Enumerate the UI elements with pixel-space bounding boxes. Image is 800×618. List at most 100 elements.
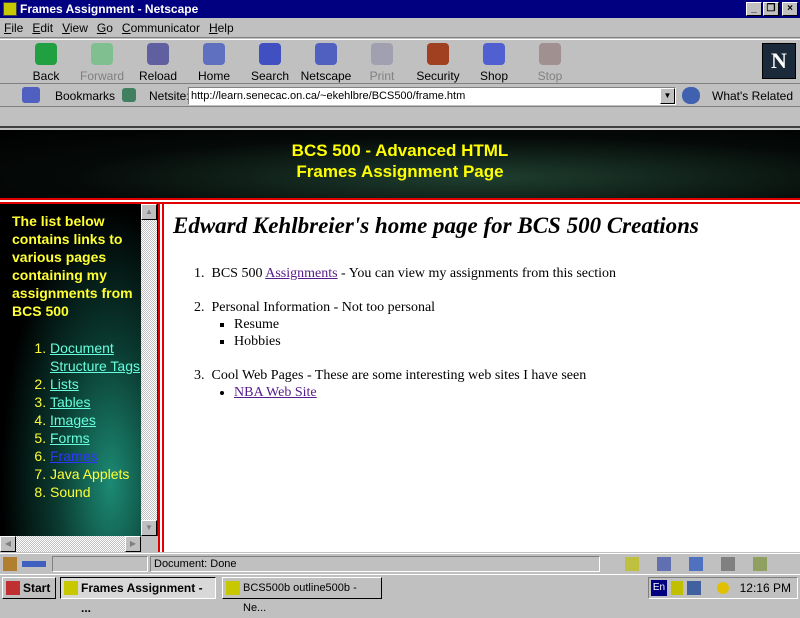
netscape-button[interactable]: Netscape (298, 43, 354, 83)
scroll-up-button[interactable]: ▲ (141, 204, 157, 220)
scroll-down-button[interactable]: ▼ (141, 520, 157, 536)
list-item-personal: 2. Personal Information - Not too person… (194, 299, 435, 350)
netscape-task-icon (64, 581, 78, 595)
menu-bar: File Edit View Go Communicator Help (0, 18, 800, 38)
nav-text: Java Applets (50, 466, 130, 482)
task-label: BCS500b outline500b - Ne... (243, 582, 357, 614)
display-icon[interactable] (687, 581, 701, 595)
security-lock-icon[interactable] (3, 557, 17, 571)
search-button[interactable]: Search (242, 43, 298, 83)
forward-arrow-icon (91, 43, 113, 65)
content-frame: Edward Kehlbreier's home page for BCS 50… (164, 204, 800, 552)
list-item-assignments: 1. BCS 500 Assignments - You can view my… (194, 266, 616, 281)
item-text: Cool Web Pages - These are some interest… (211, 368, 587, 383)
menu-file[interactable]: File (4, 21, 23, 35)
start-label: Start (23, 581, 51, 595)
nav-link-document-structure-tags[interactable]: Document Structure Tags (50, 340, 140, 374)
edit-icon[interactable] (753, 557, 767, 571)
security-button[interactable]: Security (410, 43, 466, 83)
composer-icon[interactable] (721, 557, 735, 571)
nav-link-lists[interactable]: Lists (50, 376, 79, 392)
nav-link-forms[interactable]: Forms (50, 430, 90, 446)
personal-toolbar (0, 108, 800, 128)
sub-item-nba: NBA Web Site (234, 384, 586, 401)
menu-help[interactable]: Help (209, 21, 234, 35)
netscape-task-icon (226, 581, 240, 595)
nav-link-frames[interactable]: Frames (50, 448, 97, 464)
navigation-frame: The list below contains links to various… (0, 204, 158, 552)
button-label: Security (416, 69, 460, 83)
start-button[interactable]: Start (2, 577, 56, 599)
reload-button[interactable]: Reload (130, 43, 186, 83)
home-icon (203, 43, 225, 65)
my-netscape-icon (315, 43, 337, 65)
discussions-icon[interactable] (689, 557, 703, 571)
page-proxy-icon[interactable] (122, 88, 136, 102)
system-tray: En 12:16 PM (648, 577, 798, 599)
nav-text: Sound (50, 484, 91, 500)
windows-logo-icon (6, 581, 20, 595)
button-label: Reload (138, 69, 178, 83)
taskbar: Start Frames Assignment - ... BCS500b ou… (0, 574, 800, 615)
bookmarks-icon[interactable] (22, 87, 40, 103)
nav-link-images[interactable]: Images (50, 412, 96, 428)
scroll-left-button[interactable]: ◀ (0, 536, 16, 552)
clock: 12:16 PM (739, 581, 791, 595)
url-dropdown-button[interactable]: ▼ (660, 88, 675, 104)
shopping-bag-icon (483, 43, 505, 65)
button-label: Stop (537, 69, 563, 83)
scroll-right-button[interactable]: ▶ (125, 536, 141, 552)
banner-subtitle: Frames Assignment Page (296, 162, 504, 181)
close-button[interactable]: × (782, 2, 798, 16)
item-text: BCS 500 (211, 266, 266, 281)
banner-title: BCS 500 - Advanced HTML (291, 141, 509, 160)
task-frames-assignment[interactable]: Frames Assignment - ... (60, 577, 216, 615)
maximize-button[interactable]: ❐ (763, 2, 779, 16)
search-icon (259, 43, 281, 65)
assignments-link[interactable]: Assignments (265, 266, 337, 281)
netscape-logo[interactable]: N (762, 43, 796, 79)
task-bcs500b-outline[interactable]: BCS500b outline500b - Ne... (222, 577, 382, 614)
stop-button[interactable]: Stop (522, 43, 578, 83)
home-button[interactable]: Home (186, 43, 242, 83)
url-text: http://learn.senecac.on.ca/~ekehlbre/BCS… (191, 90, 466, 102)
mail-icon[interactable] (657, 557, 671, 571)
whats-related-icon[interactable] (682, 87, 700, 104)
whats-related-button[interactable]: What's Related (712, 89, 793, 103)
tray-app-icon[interactable] (717, 582, 729, 594)
menu-go[interactable]: Go (97, 21, 113, 35)
menu-view[interactable]: View (62, 21, 88, 35)
status-bar: Document: Done (0, 553, 800, 573)
netscape-app-icon (3, 2, 17, 16)
nba-link[interactable]: NBA Web Site (234, 385, 317, 400)
language-indicator[interactable]: En (651, 580, 667, 596)
navigator-icon[interactable] (625, 557, 639, 571)
button-label: Search (250, 69, 290, 83)
banner-frame: BCS 500 - Advanced HTML Frames Assignmen… (0, 130, 800, 198)
forward-button[interactable]: Forward (74, 43, 130, 83)
location-toolbar: Bookmarks Netsite: http://learn.senecac.… (0, 85, 800, 107)
volume-icon[interactable] (671, 581, 683, 595)
button-label: Print (369, 69, 395, 83)
list-item-cool-pages: 3. Cool Web Pages - These are some inter… (194, 367, 586, 401)
print-button[interactable]: Print (354, 43, 410, 83)
horizontal-scrollbar[interactable]: ◀ ▶ (0, 536, 141, 552)
bookmarks-button[interactable]: Bookmarks (55, 89, 115, 103)
url-input[interactable]: http://learn.senecac.on.ca/~ekehlbre/BCS… (188, 87, 676, 105)
task-label: Frames Assignment - ... (81, 581, 203, 615)
title-bar: Frames Assignment - Netscape _ ❐ × (0, 0, 800, 18)
nav-link-tables[interactable]: Tables (50, 394, 90, 410)
print-icon (371, 43, 393, 65)
stop-icon (539, 43, 561, 65)
page-heading: Edward Kehlbreier's home page for BCS 50… (173, 213, 699, 238)
menu-communicator[interactable]: Communicator (122, 21, 200, 35)
scroll-corner (141, 536, 158, 552)
button-label: Shop (479, 69, 509, 83)
vertical-scrollbar[interactable]: ▲ ▼ (141, 204, 157, 536)
menu-edit[interactable]: Edit (32, 21, 53, 35)
back-button[interactable]: Back (18, 43, 74, 83)
connection-icon (22, 561, 46, 567)
button-label: Forward (79, 69, 124, 83)
minimize-button[interactable]: _ (746, 2, 762, 16)
shop-button[interactable]: Shop (466, 43, 522, 83)
